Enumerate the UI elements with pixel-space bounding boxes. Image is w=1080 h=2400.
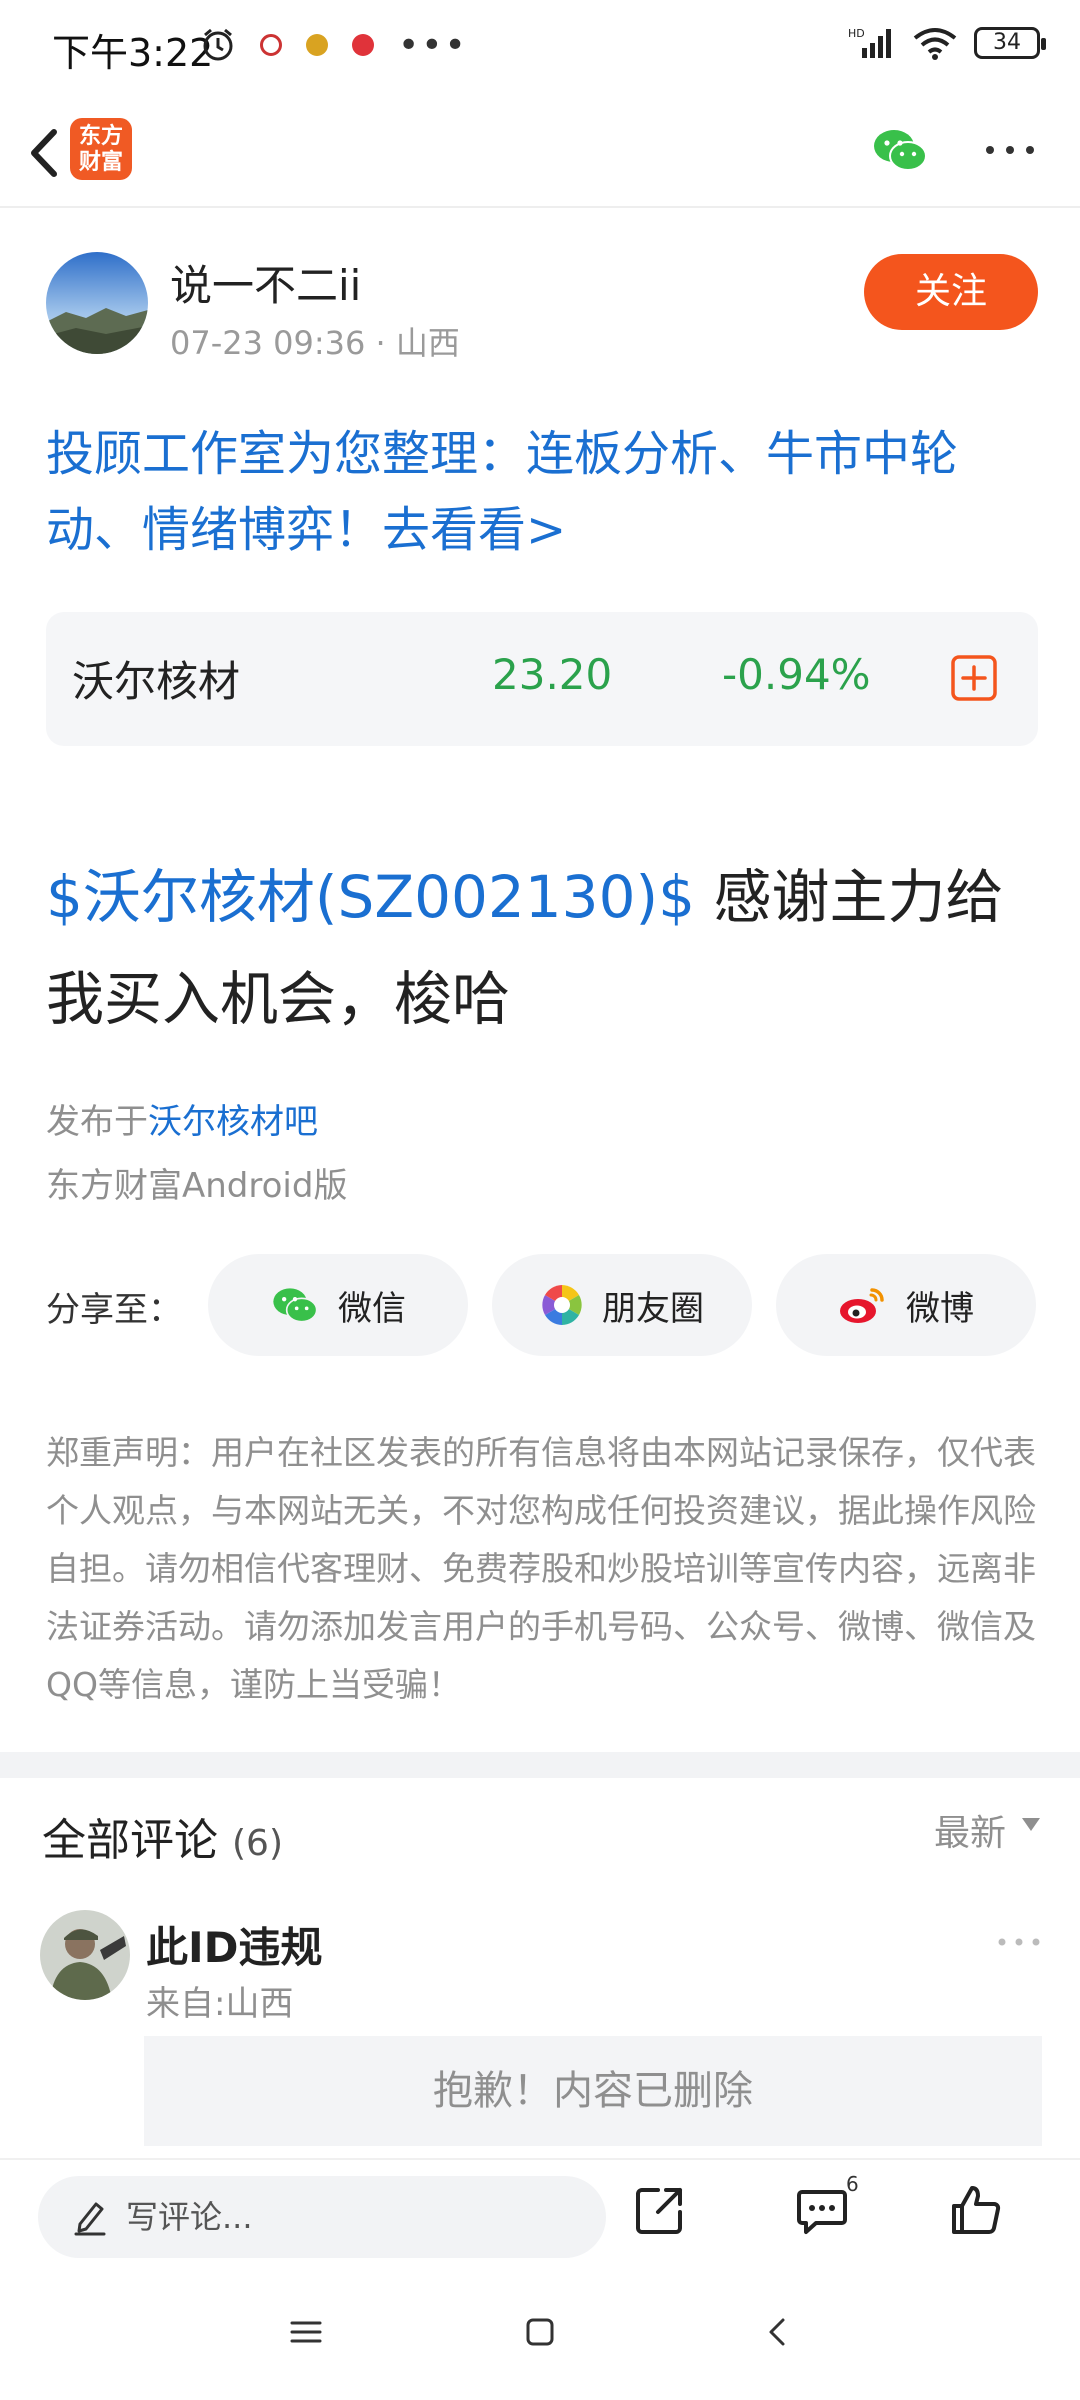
stock-name: 沃尔核材 [72,657,241,706]
disclaimer-text: 郑重声明：用户在社区发表的所有信息将由本网站记录保存，仅代表个人观点，与本网站无… [46,1433,1036,1704]
app-notification-icon [260,34,282,56]
comment-count-badge: 6 [846,2172,859,2196]
app-notification-icon [352,34,374,56]
post-meta: 07-23 09:36 · 山西 [170,324,460,362]
author-avatar[interactable] [46,252,148,354]
section-divider [0,1752,1080,1778]
wifi-icon [913,28,957,60]
comment-more-icon[interactable] [996,1932,1042,1952]
battery-icon: 34 [974,27,1046,59]
status-right-icons: HD 34 [848,26,1046,60]
system-nav-bar [0,2270,1080,2400]
sort-dropdown[interactable]: 最新 [934,1804,1006,1856]
forum-link[interactable]: 沃尔核材吧 [148,1102,318,1142]
svg-text:HD: HD [848,27,865,40]
comments-header: 全部评论 (6) [42,1815,283,1866]
add-watchlist-icon[interactable] [950,654,998,702]
nav-back-icon[interactable] [758,2312,798,2352]
bottom-action-bar: 写评论... 6 [0,2158,1080,2270]
comments-icon[interactable] [794,2182,850,2238]
alarm-icon [203,28,233,61]
caret-down-icon[interactable] [1022,1818,1040,1831]
stock-change: -0.94% [722,650,871,699]
back-icon[interactable] [16,118,76,188]
share-wechat-button[interactable]: 微信 [208,1254,468,1356]
promo-link[interactable]: 投顾工作室为您整理：连板分析、牛市中轮动、情绪博弈！去看看> [46,416,1042,568]
share-label: 分享至： [46,1290,182,1330]
published-in: 发布于沃尔核材吧 [46,1102,318,1142]
share-icon[interactable] [632,2182,688,2238]
commenter-name[interactable]: 此ID违规 [146,1914,323,1975]
pencil-icon [74,2202,106,2236]
home-icon[interactable] [520,2312,560,2352]
commenter-avatar[interactable] [40,1910,130,2000]
signal-icon: HD [848,27,891,58]
client-source: 东方财富Android版 [46,1166,348,1206]
share-weibo-button[interactable]: 微博 [776,1254,1036,1356]
stock-quote-card[interactable]: 沃尔核材 23.20 -0.94% [46,612,1038,746]
more-options-icon[interactable] [980,136,1040,164]
follow-button[interactable]: 关注 [864,254,1038,330]
post-body: $沃尔核材(SZ002130)$ 感谢主力给我买入机会，梭哈 [46,846,1046,1050]
author-name[interactable]: 说一不二ii [170,252,361,313]
stock-tag-link[interactable]: $沃尔核材(SZ002130)$ [46,863,695,931]
moments-icon [542,1285,582,1325]
top-nav: 东方 财富 [0,96,1080,208]
status-notification-icons: ••• [200,20,468,70]
like-icon[interactable] [948,2182,1004,2238]
menu-icon[interactable] [286,2312,326,2352]
stock-price: 23.20 [492,650,613,699]
status-time: 下午3:22 [52,31,214,75]
weibo-icon [840,1288,884,1323]
app-logo: 东方 财富 [70,118,132,180]
comments-count: (6) [232,1823,283,1864]
status-bar: 下午3:22 ••• HD 34 [0,0,1080,96]
wechat-icon [273,1288,318,1323]
deleted-comment-notice: 抱歉！内容已删除 [144,2036,1042,2146]
share-moments-button[interactable]: 朋友圈 [492,1254,752,1356]
more-notifications-icon: ••• [398,24,468,66]
app-notification-icon [306,34,328,56]
comment-input[interactable]: 写评论... [38,2176,606,2258]
wechat-share-icon[interactable] [870,122,930,178]
commenter-location: 来自:山西 [146,1984,294,2024]
